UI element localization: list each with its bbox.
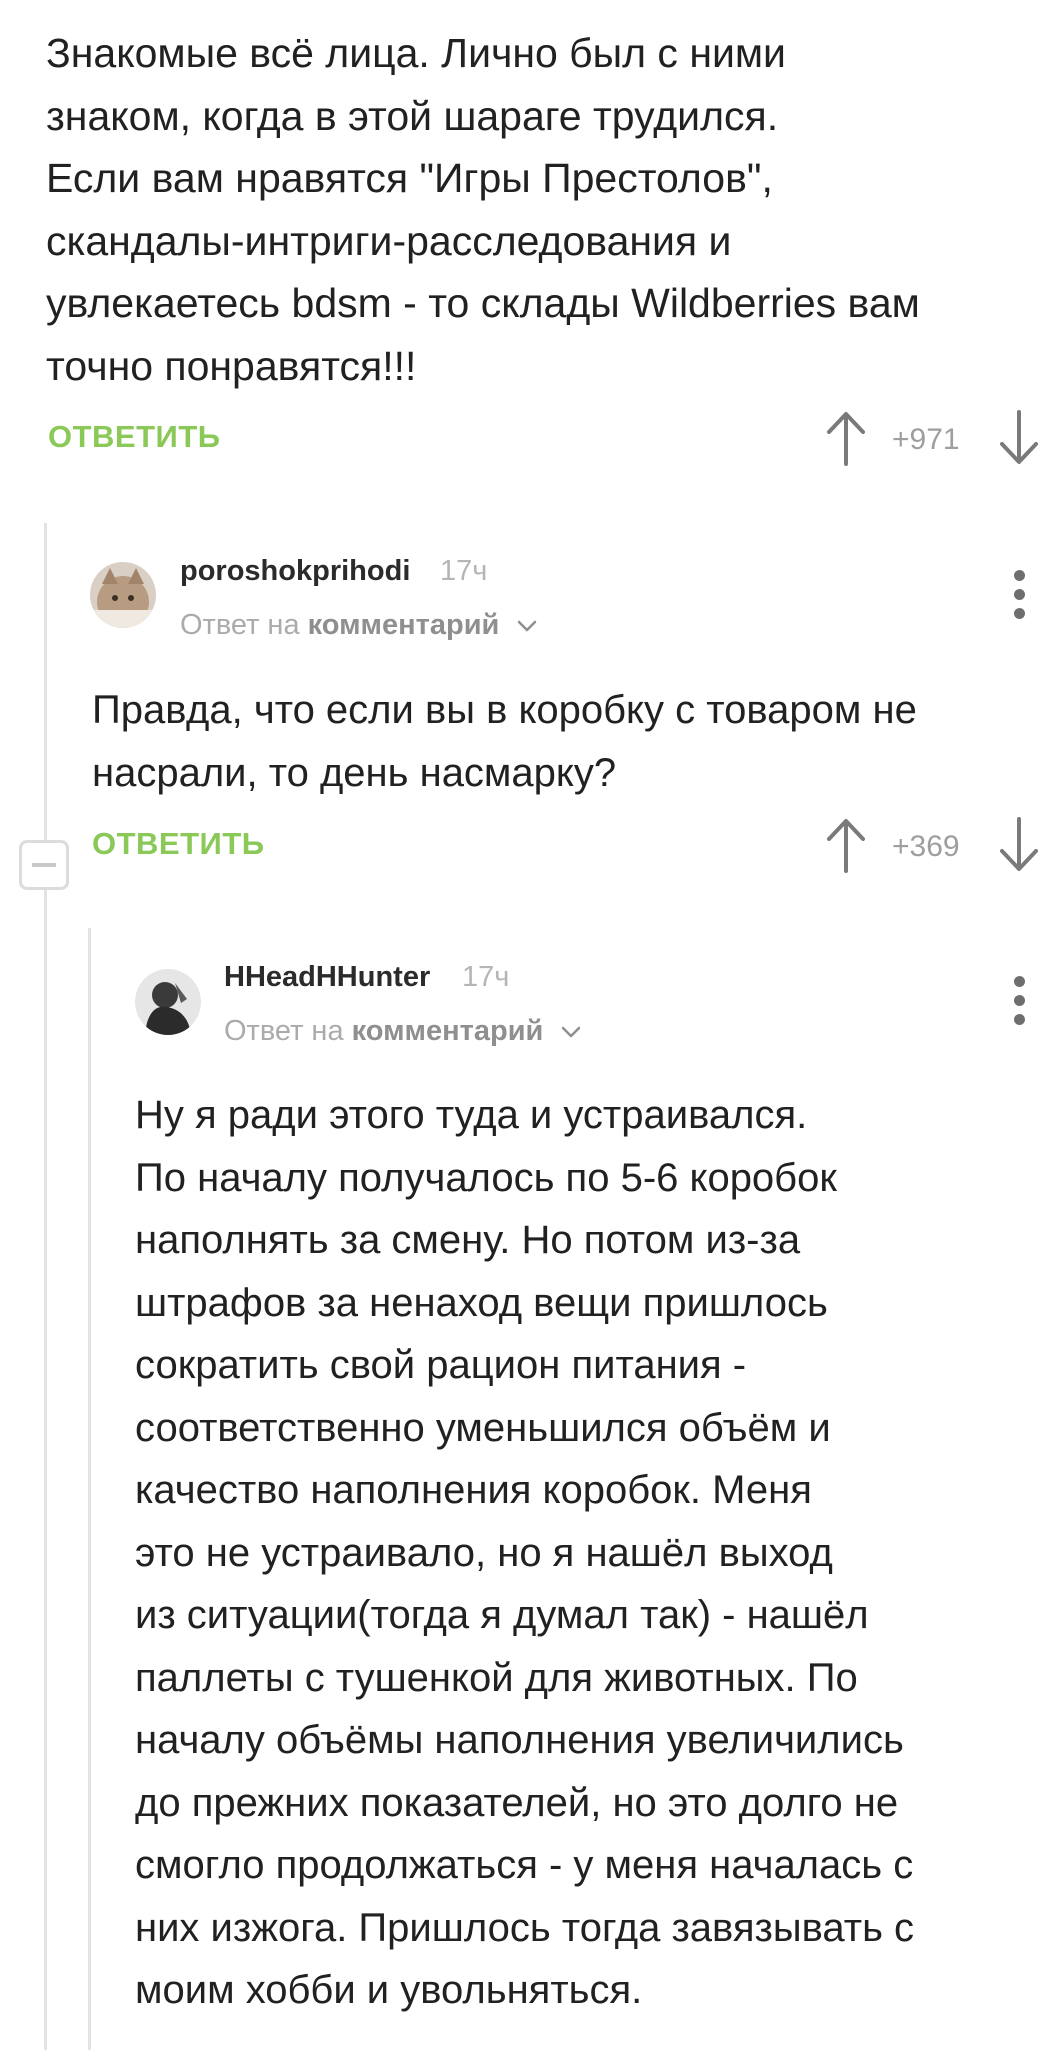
comment-line: из ситуации(тогда я думал так) - нашёл (135, 1593, 869, 1637)
comment-time: 17ч (462, 961, 510, 993)
comment-line: знаком, когда в этой шараге трудился. (46, 92, 779, 139)
more-vertical-icon[interactable] (1000, 976, 1040, 1026)
top-comment-text: Знакомые всё лица. Лично был с ними знак… (46, 22, 1026, 397)
comment-line: Правда, что если вы в коробку с товаром … (92, 688, 917, 732)
chevron-down-icon (562, 1027, 581, 1038)
comment-line: началу объёмы наполнения увеличились (135, 1718, 904, 1762)
reply-to-target: комментарий (351, 1015, 544, 1047)
comment-time: 17ч (440, 555, 488, 587)
vote-count: +369 (892, 830, 960, 863)
reply-to-link[interactable]: Ответ на комментарий (180, 609, 537, 642)
avatar[interactable] (135, 969, 201, 1035)
collapse-minus-icon[interactable] (19, 840, 69, 890)
comment-line: смогло продолжаться - у меня началась с (135, 1843, 914, 1887)
comment-line: По началу получалось по 5-6 коробок (135, 1155, 837, 1200)
comment-line: Ну я ради этого туда и устраивался. (135, 1093, 808, 1137)
reply-to-prefix: Ответ на (224, 1015, 344, 1047)
comment-line: точно понравятся!!! (46, 342, 417, 389)
comment-line: скандалы-интриги-расследования и (46, 217, 732, 264)
comment-line: это не устраивало, но я нашёл выход (135, 1530, 833, 1575)
comment-line: Если вам нравятся "Игры Престолов", (46, 155, 773, 201)
comment-line: качество наполнения коробок. Меня (135, 1468, 812, 1512)
reply-to-target: комментарий (307, 609, 500, 641)
arrow-up-icon[interactable] (825, 410, 867, 466)
comment-line: соответственно уменьшился объём и (135, 1405, 831, 1450)
username[interactable]: poroshokprihodi (180, 555, 410, 588)
reply2-text: Ну я ради этого туда и устраивался. По н… (135, 1084, 914, 2022)
reply-to-link[interactable]: Ответ на комментарий (224, 1015, 581, 1048)
chevron-down-icon (518, 621, 537, 632)
more-vertical-icon[interactable] (1000, 570, 1040, 620)
thread-line (88, 928, 91, 2050)
comment-line: паллеты с тушенкой для животных. По (135, 1655, 858, 1700)
reply-button[interactable]: ОТВЕТИТЬ (92, 826, 265, 862)
comment-line: наполнять за смену. Но потом из-за (135, 1218, 801, 1262)
arrow-up-icon[interactable] (825, 817, 867, 873)
comment-line: увлекаетесь bdsm - то склады Wildberries… (46, 280, 920, 326)
arrow-down-icon[interactable] (998, 817, 1040, 873)
comment-line: до прежних показателей, но это долго не (135, 1780, 899, 1825)
comment-line: них изжога. Пришлось тогда завязывать с (135, 1905, 915, 1950)
thread-line (44, 523, 47, 2050)
username[interactable]: HHeadHHunter (224, 961, 430, 994)
reply1-text: Правда, что если вы в коробку с товаром … (92, 679, 917, 804)
comment-line: моим хобби и увольняться. (135, 1968, 643, 2012)
avatar[interactable] (90, 562, 156, 628)
comment-line: штрафов за ненаход вещи пришлось (135, 1280, 828, 1325)
reply-button[interactable]: ОТВЕТИТЬ (48, 419, 221, 455)
arrow-down-icon[interactable] (998, 410, 1040, 466)
comment-line: Знакомые всё лица. Лично был с ними (46, 30, 786, 76)
comment-line: насрали, то день насмарку? (92, 750, 617, 795)
comment-line: сократить свой рацион питания - (135, 1343, 747, 1387)
reply-to-prefix: Ответ на (180, 609, 300, 641)
vote-count: +971 (892, 423, 960, 456)
